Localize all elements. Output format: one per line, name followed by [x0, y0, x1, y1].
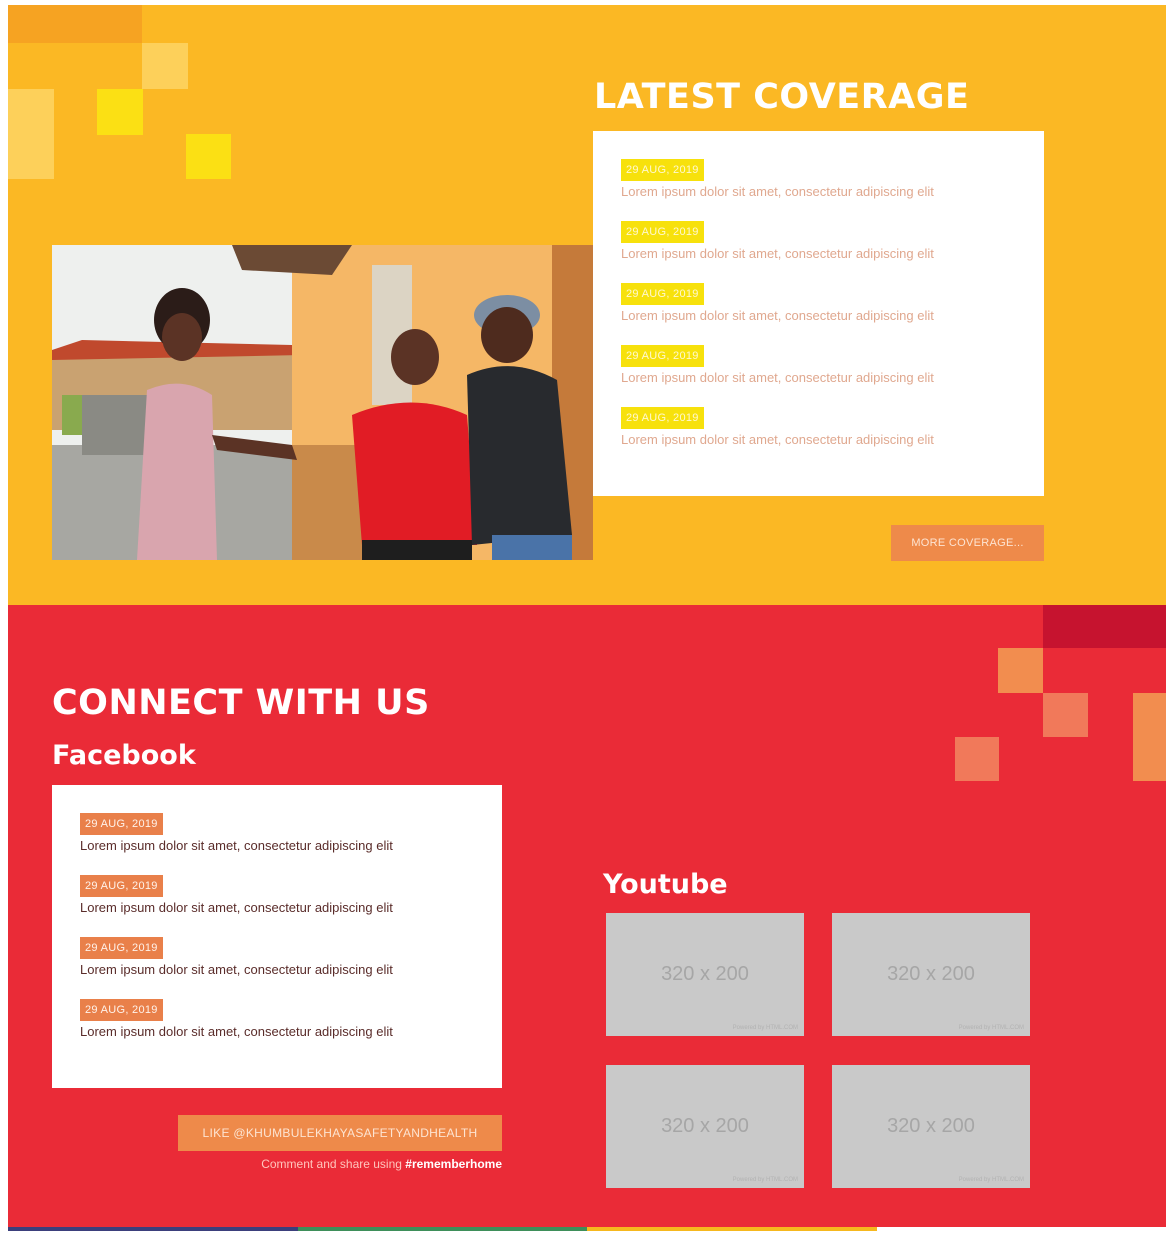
latest-coverage-title: LATEST COVERAGE — [594, 77, 970, 117]
youtube-video-thumbnail[interactable]: 320 x 200 Powered by HTML.COM — [832, 913, 1030, 1036]
news-item[interactable]: 29 AUG, 2019 Lorem ipsum dolor sit amet,… — [621, 159, 934, 199]
date-badge: 29 AUG, 2019 — [80, 999, 163, 1021]
decor-square — [8, 5, 142, 43]
youtube-title: Youtube — [603, 869, 728, 900]
decor-square — [142, 43, 188, 89]
news-headline[interactable]: Lorem ipsum dolor sit amet, consectetur … — [621, 246, 934, 261]
page: LATEST COVERAGE 29 AUG, 2019 Lorem ipsum… — [8, 5, 1166, 1231]
thumbnail-credit: Powered by HTML.COM — [732, 1177, 798, 1183]
thumbnail-size-label: 320 x 200 — [887, 963, 975, 985]
decor-square — [1043, 693, 1088, 737]
facebook-posts-list: 29 AUG, 2019 Lorem ipsum dolor sit amet,… — [52, 785, 502, 1088]
decor-square — [8, 89, 54, 179]
thumbnail-size-label: 320 x 200 — [887, 1115, 975, 1137]
date-badge: 29 AUG, 2019 — [621, 407, 704, 429]
youtube-video-thumbnail[interactable]: 320 x 200 Powered by HTML.COM — [832, 1065, 1030, 1188]
strip-segment — [876, 1227, 1166, 1231]
photo-illustration — [52, 245, 593, 560]
decor-square — [97, 89, 143, 135]
post-text[interactable]: Lorem ipsum dolor sit amet, consectetur … — [80, 838, 393, 853]
strip-segment — [8, 1227, 298, 1231]
decor-square — [955, 737, 999, 781]
decor-square — [186, 134, 231, 179]
latest-coverage-section: LATEST COVERAGE 29 AUG, 2019 Lorem ipsum… — [8, 5, 1166, 605]
date-badge: 29 AUG, 2019 — [621, 221, 704, 243]
decor-square — [1133, 693, 1166, 781]
thumbnail-size-label: 320 x 200 — [661, 1115, 749, 1137]
date-badge: 29 AUG, 2019 — [80, 813, 163, 835]
post-text[interactable]: Lorem ipsum dolor sit amet, consectetur … — [80, 900, 393, 915]
people-greeting-photo — [52, 245, 593, 560]
facebook-post[interactable]: 29 AUG, 2019 Lorem ipsum dolor sit amet,… — [80, 937, 393, 977]
news-headline[interactable]: Lorem ipsum dolor sit amet, consectetur … — [621, 370, 934, 385]
share-note: Comment and share using #rememberhome — [168, 1157, 502, 1171]
news-item[interactable]: 29 AUG, 2019 Lorem ipsum dolor sit amet,… — [621, 221, 934, 261]
decor-square — [1043, 605, 1166, 648]
post-text[interactable]: Lorem ipsum dolor sit amet, consectetur … — [80, 962, 393, 977]
thumbnail-credit: Powered by HTML.COM — [732, 1025, 798, 1031]
connect-section: CONNECT WITH US Facebook 29 AUG, 2019 Lo… — [8, 605, 1166, 1231]
facebook-like-button[interactable]: LIKE @KHUMBULEKHAYASAFETYANDHEALTH — [178, 1115, 502, 1151]
connect-title: CONNECT WITH US — [52, 683, 430, 723]
bottom-color-strip — [8, 1227, 1166, 1231]
date-badge: 29 AUG, 2019 — [621, 159, 704, 181]
youtube-video-thumbnail[interactable]: 320 x 200 Powered by HTML.COM — [606, 913, 804, 1036]
facebook-post[interactable]: 29 AUG, 2019 Lorem ipsum dolor sit amet,… — [80, 813, 393, 853]
strip-segment — [587, 1227, 877, 1231]
thumbnail-credit: Powered by HTML.COM — [958, 1025, 1024, 1031]
news-headline[interactable]: Lorem ipsum dolor sit amet, consectetur … — [621, 184, 934, 199]
post-text[interactable]: Lorem ipsum dolor sit amet, consectetur … — [80, 1024, 393, 1039]
date-badge: 29 AUG, 2019 — [621, 283, 704, 305]
youtube-video-thumbnail[interactable]: 320 x 200 Powered by HTML.COM — [606, 1065, 804, 1188]
news-headline[interactable]: Lorem ipsum dolor sit amet, consectetur … — [621, 432, 934, 447]
coverage-news-list: 29 AUG, 2019 Lorem ipsum dolor sit amet,… — [593, 131, 1044, 496]
news-item[interactable]: 29 AUG, 2019 Lorem ipsum dolor sit amet,… — [621, 407, 934, 447]
facebook-post[interactable]: 29 AUG, 2019 Lorem ipsum dolor sit amet,… — [80, 999, 393, 1039]
news-item[interactable]: 29 AUG, 2019 Lorem ipsum dolor sit amet,… — [621, 283, 934, 323]
decor-square — [998, 648, 1043, 693]
more-coverage-button[interactable]: MORE COVERAGE... — [891, 525, 1044, 561]
share-note-text: Comment and share using — [261, 1157, 406, 1171]
thumbnail-size-label: 320 x 200 — [661, 963, 749, 985]
date-badge: 29 AUG, 2019 — [80, 875, 163, 897]
thumbnail-credit: Powered by HTML.COM — [958, 1177, 1024, 1183]
facebook-title: Facebook — [52, 740, 196, 771]
facebook-post[interactable]: 29 AUG, 2019 Lorem ipsum dolor sit amet,… — [80, 875, 393, 915]
hashtag-link[interactable]: #rememberhome — [405, 1157, 502, 1171]
news-headline[interactable]: Lorem ipsum dolor sit amet, consectetur … — [621, 308, 934, 323]
date-badge: 29 AUG, 2019 — [80, 937, 163, 959]
strip-segment — [297, 1227, 587, 1231]
news-item[interactable]: 29 AUG, 2019 Lorem ipsum dolor sit amet,… — [621, 345, 934, 385]
date-badge: 29 AUG, 2019 — [621, 345, 704, 367]
